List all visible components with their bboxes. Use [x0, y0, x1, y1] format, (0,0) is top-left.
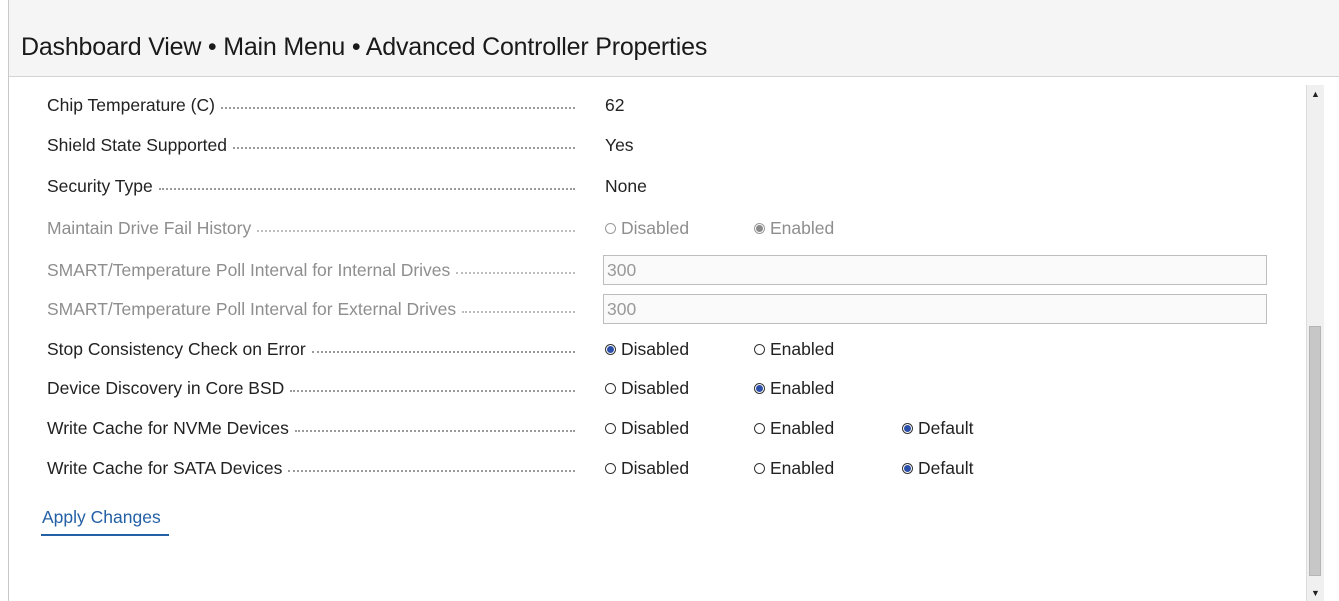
- dotted-leader: [294, 430, 575, 432]
- property-label: Chip Temperature (C): [47, 94, 215, 115]
- property-row-stop-consistency-check: Stop Consistency Check on Error Disabled…: [47, 336, 834, 362]
- radio-disabled-option[interactable]: Disabled: [605, 378, 689, 399]
- property-value: Yes: [605, 134, 634, 155]
- property-label: Maintain Drive Fail History: [47, 217, 252, 238]
- radio-enabled-option[interactable]: Enabled: [754, 378, 834, 399]
- arrow-down-icon[interactable]: ▼: [1307, 584, 1324, 601]
- property-row-security-type: Security Type None: [47, 173, 647, 199]
- radio-default-option[interactable]: Default: [902, 418, 973, 439]
- property-value: 62: [605, 94, 625, 115]
- dotted-leader: [158, 188, 575, 190]
- radio-enabled-option[interactable]: Enabled: [754, 418, 834, 439]
- property-row-smart-internal-poll: SMART/Temperature Poll Interval for Inte…: [47, 255, 1267, 285]
- radio-button-selected-icon[interactable]: [605, 343, 616, 355]
- radio-button-selected-icon[interactable]: [754, 222, 765, 234]
- radio-button-icon[interactable]: [754, 343, 765, 355]
- property-label: Write Cache for SATA Devices: [47, 457, 283, 478]
- property-label: Security Type: [47, 175, 153, 196]
- radio-button-icon[interactable]: [605, 222, 616, 234]
- apply-changes-button[interactable]: Apply Changes: [41, 507, 169, 536]
- property-label: Device Discovery in Core BSD: [47, 377, 285, 398]
- property-label: SMART/Temperature Poll Interval for Inte…: [47, 259, 451, 280]
- property-row-chip-temperature: Chip Temperature (C) 62: [47, 92, 624, 118]
- dotted-leader: [462, 311, 575, 313]
- scrollbar-thumb[interactable]: [1309, 326, 1321, 576]
- dotted-leader: [257, 230, 575, 232]
- property-row-write-cache-sata: Write Cache for SATA Devices Disabled En…: [47, 455, 973, 481]
- radio-default-option[interactable]: Default: [902, 458, 973, 479]
- radio-button-icon[interactable]: [754, 422, 765, 434]
- property-row-shield-state: Shield State Supported Yes: [47, 132, 634, 158]
- property-label: Write Cache for NVMe Devices: [47, 417, 289, 438]
- property-row-write-cache-nvme: Write Cache for NVMe Devices Disabled En…: [47, 415, 973, 441]
- property-label: Stop Consistency Check on Error: [47, 338, 306, 359]
- dotted-leader: [233, 147, 575, 149]
- radio-button-selected-icon[interactable]: [902, 422, 913, 434]
- external-poll-interval-input[interactable]: [603, 294, 1267, 324]
- dotted-leader: [290, 390, 575, 392]
- radio-button-icon[interactable]: [754, 462, 765, 474]
- vertical-scrollbar[interactable]: ▲ ▼: [1306, 85, 1324, 601]
- title-bar: Dashboard View • Main Menu • Advanced Co…: [9, 0, 1339, 77]
- radio-button-icon[interactable]: [605, 422, 616, 434]
- dotted-leader: [220, 107, 575, 109]
- radio-disabled-option[interactable]: Disabled: [605, 339, 689, 360]
- radio-button-icon[interactable]: [605, 462, 616, 474]
- arrow-up-icon[interactable]: ▲: [1307, 85, 1324, 102]
- dotted-leader: [288, 470, 575, 472]
- radio-enabled-option[interactable]: Enabled: [754, 218, 834, 239]
- dotted-leader: [311, 351, 575, 353]
- radio-enabled-option[interactable]: Enabled: [754, 458, 834, 479]
- property-row-maintain-drive-fail-history: Maintain Drive Fail History Disabled Ena…: [47, 215, 834, 241]
- radio-button-icon[interactable]: [605, 382, 616, 394]
- radio-disabled-option[interactable]: Disabled: [605, 218, 689, 239]
- dotted-leader: [456, 272, 575, 274]
- property-row-smart-external-poll: SMART/Temperature Poll Interval for Exte…: [47, 294, 1267, 324]
- radio-disabled-option[interactable]: Disabled: [605, 418, 689, 439]
- breadcrumb: Dashboard View • Main Menu • Advanced Co…: [21, 33, 708, 61]
- radio-button-selected-icon[interactable]: [754, 382, 765, 394]
- property-label: SMART/Temperature Poll Interval for Exte…: [47, 298, 457, 319]
- property-value: None: [605, 175, 647, 196]
- radio-button-selected-icon[interactable]: [902, 462, 913, 474]
- radio-disabled-option[interactable]: Disabled: [605, 458, 689, 479]
- internal-poll-interval-input[interactable]: [603, 255, 1267, 285]
- app-window: Dashboard View • Main Menu • Advanced Co…: [8, 0, 1339, 601]
- properties-panel: Chip Temperature (C) 62 Shield State Sup…: [9, 77, 1304, 601]
- radio-enabled-option[interactable]: Enabled: [754, 339, 834, 360]
- property-label: Shield State Supported: [47, 134, 227, 155]
- property-row-device-discovery: Device Discovery in Core BSD Disabled En…: [47, 375, 834, 401]
